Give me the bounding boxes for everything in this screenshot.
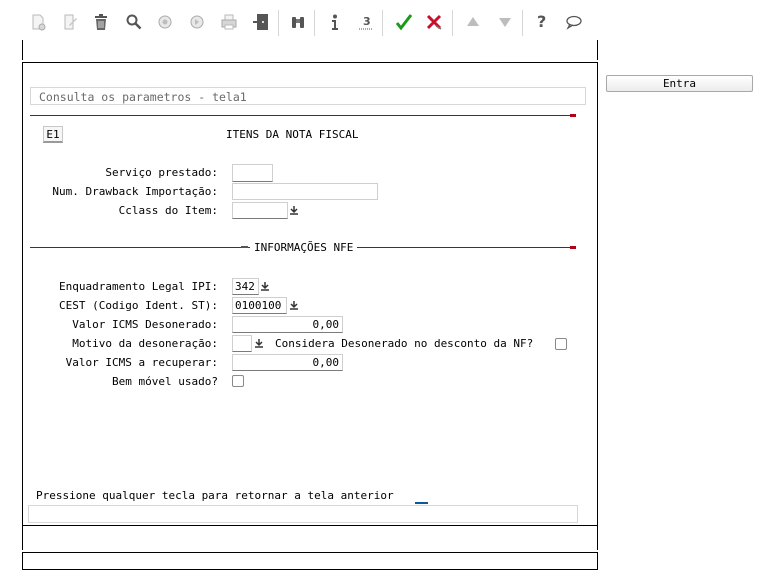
motivo-input[interactable] bbox=[232, 335, 252, 352]
entra-button[interactable]: Entra bbox=[606, 75, 753, 92]
frame-border bbox=[597, 524, 598, 550]
page-heading: ITENS DA NOTA FISCAL bbox=[226, 128, 359, 141]
key-input[interactable] bbox=[415, 488, 428, 504]
bem-movel-label: Bem móvel usado? bbox=[112, 375, 218, 388]
cest-input[interactable]: 0100100 bbox=[232, 297, 287, 314]
cest-label: CEST (Codigo Ident. ST): bbox=[59, 299, 218, 312]
toolbar-separator bbox=[452, 10, 453, 36]
next-icon[interactable] bbox=[185, 10, 209, 34]
enquadramento-input[interactable]: 342 bbox=[232, 278, 259, 295]
screen-title: Consulta os parametros - tela1 bbox=[30, 87, 586, 105]
print-icon[interactable] bbox=[217, 10, 241, 34]
motivo-dropdown-icon[interactable] bbox=[253, 336, 265, 350]
servico-label: Serviço prestado: bbox=[105, 166, 218, 179]
enquadramento-label: Enquadramento Legal IPI: bbox=[59, 280, 218, 293]
valor-icms-recuperar-label: Valor ICMS a recuperar: bbox=[65, 356, 218, 369]
drawback-label: Num. Drawback Importação: bbox=[52, 185, 218, 198]
new-document-icon[interactable] bbox=[26, 10, 50, 34]
frame-border bbox=[22, 40, 23, 60]
valor-icms-recuperar-input[interactable]: 0,00 bbox=[232, 354, 343, 371]
return-prompt: Pressione qualquer tecla para retornar a… bbox=[36, 489, 394, 502]
down-arrow-icon[interactable] bbox=[493, 10, 517, 34]
cclass-input[interactable] bbox=[232, 202, 288, 219]
binoculars-icon[interactable] bbox=[286, 10, 310, 34]
considera-checkbox[interactable] bbox=[555, 338, 567, 350]
comment-icon[interactable] bbox=[562, 10, 586, 34]
cest-dropdown-icon[interactable] bbox=[288, 298, 300, 312]
exit-icon[interactable] bbox=[249, 10, 273, 34]
servico-input[interactable] bbox=[232, 164, 273, 182]
frame-border bbox=[597, 40, 598, 60]
cclass-dropdown-icon[interactable] bbox=[288, 203, 300, 217]
nfe-section-title: INFORMAÇÕES NFE bbox=[250, 242, 358, 254]
cancel-icon[interactable] bbox=[422, 10, 446, 34]
motivo-label: Motivo da desoneração: bbox=[72, 337, 218, 350]
divider-end bbox=[570, 114, 576, 117]
divider-mark bbox=[241, 246, 248, 248]
frame-border bbox=[22, 524, 23, 550]
up-arrow-icon[interactable] bbox=[461, 10, 485, 34]
svg-text:3: 3 bbox=[363, 15, 371, 28]
search-icon[interactable] bbox=[122, 10, 146, 34]
divider-end bbox=[570, 246, 576, 249]
enquadramento-dropdown-icon[interactable] bbox=[259, 279, 271, 293]
e1-button[interactable]: E1 bbox=[43, 126, 63, 143]
considera-label: Considera Desonerado no desconto da NF? bbox=[275, 337, 534, 350]
drawback-input[interactable] bbox=[232, 183, 378, 200]
valor-icms-desonerado-label: Valor ICMS Desonerado: bbox=[72, 318, 218, 331]
svg-text:?: ? bbox=[537, 12, 546, 31]
toolbar-separator bbox=[522, 10, 523, 36]
toolbar-separator bbox=[382, 10, 383, 36]
trash-icon[interactable] bbox=[89, 10, 113, 34]
toolbar-separator bbox=[278, 10, 279, 36]
message-bar bbox=[22, 552, 598, 570]
toolbar-separator bbox=[314, 10, 315, 36]
help-icon[interactable]: ? bbox=[531, 10, 555, 34]
valor-icms-desonerado-input[interactable]: 0,00 bbox=[232, 316, 343, 333]
toolbar: 3 ? bbox=[22, 6, 598, 40]
bem-movel-checkbox[interactable] bbox=[232, 375, 244, 387]
edit-document-icon[interactable] bbox=[58, 10, 82, 34]
confirm-icon[interactable] bbox=[392, 10, 416, 34]
hint-icon[interactable]: 3 bbox=[354, 10, 378, 34]
status-field bbox=[28, 505, 578, 523]
cclass-label: Cclass do Item: bbox=[118, 204, 218, 217]
title-divider bbox=[30, 115, 576, 116]
previous-icon[interactable] bbox=[153, 10, 177, 34]
info-icon[interactable] bbox=[323, 10, 347, 34]
